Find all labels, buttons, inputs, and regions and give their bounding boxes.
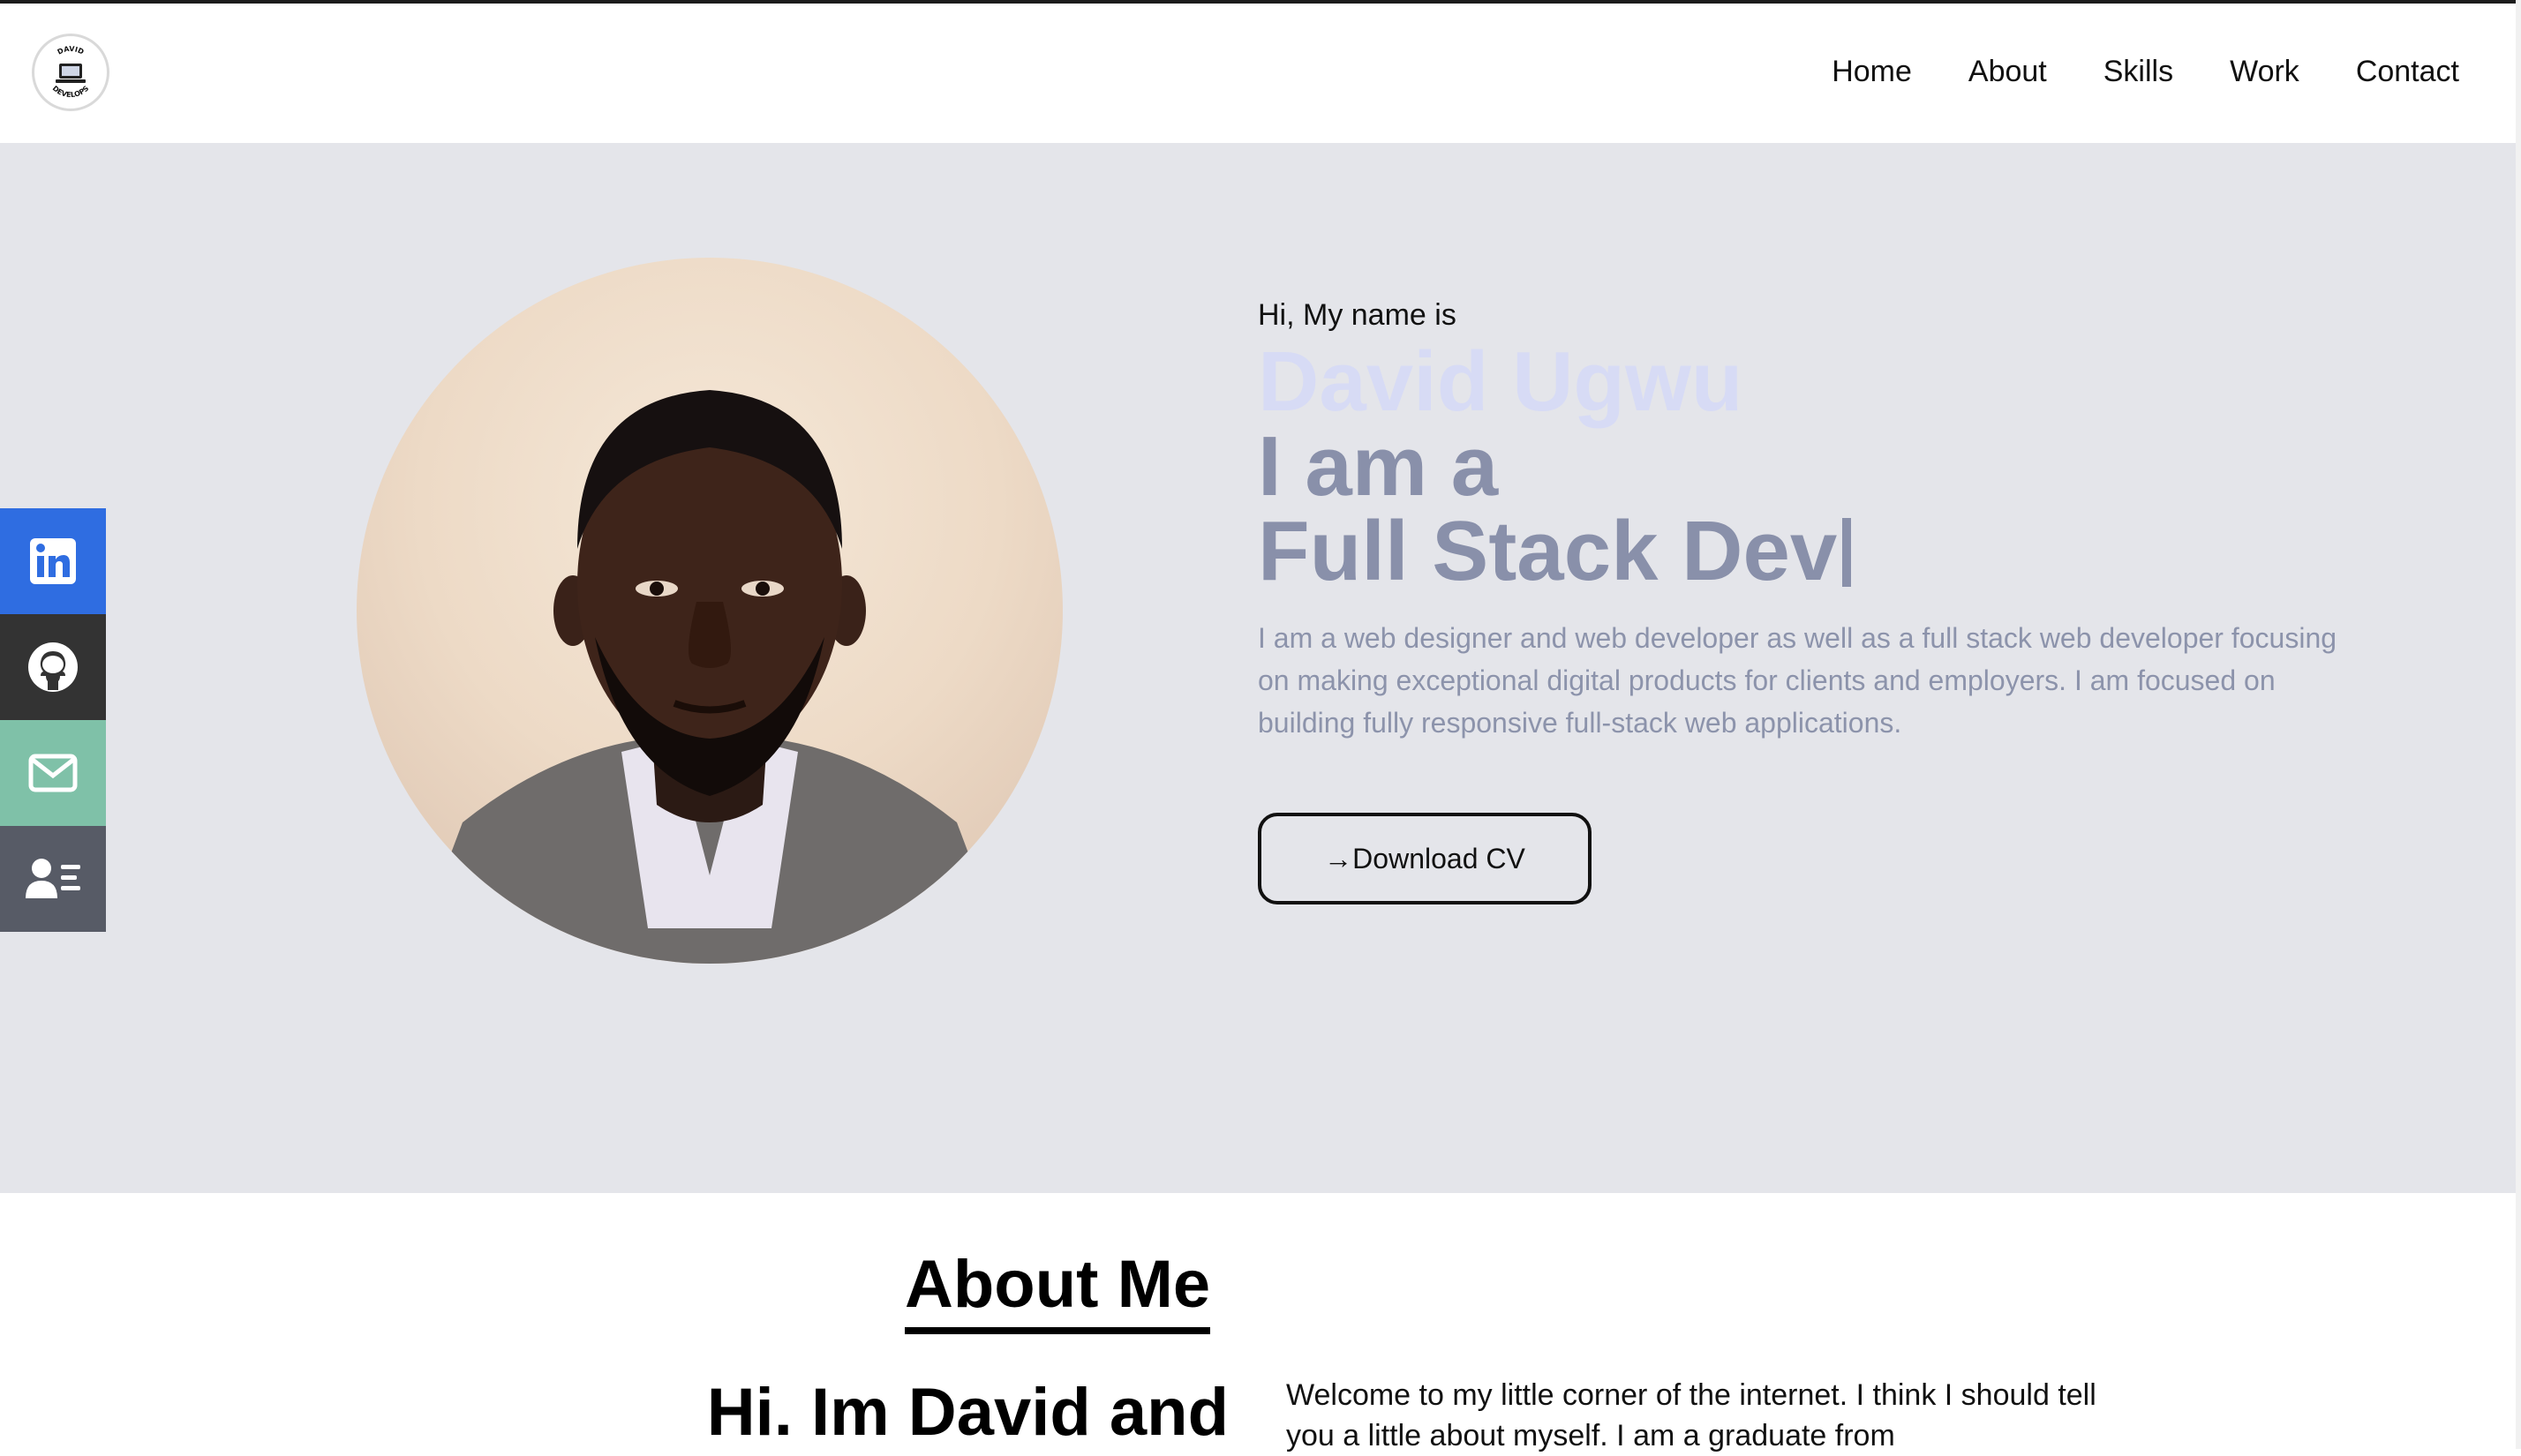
typing-cursor	[1842, 518, 1852, 587]
nav-home[interactable]: Home	[1832, 54, 1912, 89]
hero-intro: I am a web designer and web developer as…	[1258, 622, 2337, 739]
github-icon	[28, 642, 78, 692]
scrollbar-track[interactable]	[2516, 0, 2521, 1449]
typed-role-text: Full Stack Dev	[1258, 504, 1838, 598]
logo-bottom-text: DEVELOPS	[51, 84, 91, 99]
hero-name: David Ugwu	[1258, 334, 1743, 429]
nav-skills[interactable]: Skills	[2103, 54, 2173, 89]
resume-link[interactable]	[0, 826, 106, 932]
resume-icon	[26, 859, 80, 898]
hero-text-block: Hi, My name is David Ugwu I am a Full St…	[1258, 297, 2423, 904]
social-sidebar	[0, 508, 106, 932]
hero-role-line-2: Full Stack Dev	[1258, 509, 2423, 594]
portrait-illustration	[410, 390, 1010, 964]
laptop-logo-icon: DAVID DEVELOPS	[51, 45, 91, 99]
main-nav: Home About Skills Work Contact	[1832, 54, 2459, 89]
svg-text:DAVID: DAVID	[56, 45, 86, 56]
linkedin-link[interactable]	[0, 508, 106, 614]
about-heading: Hi. Im David and	[706, 1375, 1229, 1450]
nav-contact[interactable]: Contact	[2356, 54, 2459, 89]
hero-role-line-1: I am a	[1258, 419, 1499, 514]
hero-greeting: Hi, My name is	[1258, 298, 1456, 332]
navbar: DAVID DEVELOPS Home About Skills Work Co…	[0, 4, 2516, 143]
mail-icon	[28, 754, 78, 792]
github-link[interactable]	[0, 614, 106, 720]
nav-work[interactable]: Work	[2230, 54, 2299, 89]
profile-photo	[357, 258, 1063, 964]
about-section: About Me Hi. Im David and Welcome to my …	[0, 1193, 2516, 1452]
svg-text:DEVELOPS: DEVELOPS	[51, 84, 91, 99]
site-logo[interactable]: DAVID DEVELOPS	[32, 34, 109, 111]
about-body: Welcome to my little corner of the inter…	[1286, 1378, 2096, 1452]
about-title: About Me	[905, 1246, 1211, 1334]
download-cv-button[interactable]: →Download CV	[1258, 813, 1592, 904]
logo-top-text: DAVID	[56, 45, 86, 56]
nav-about[interactable]: About	[1968, 54, 2047, 89]
hero-section: Hi, My name is David Ugwu I am a Full St…	[0, 143, 2516, 1193]
email-link[interactable]	[0, 720, 106, 826]
linkedin-icon	[30, 538, 76, 584]
